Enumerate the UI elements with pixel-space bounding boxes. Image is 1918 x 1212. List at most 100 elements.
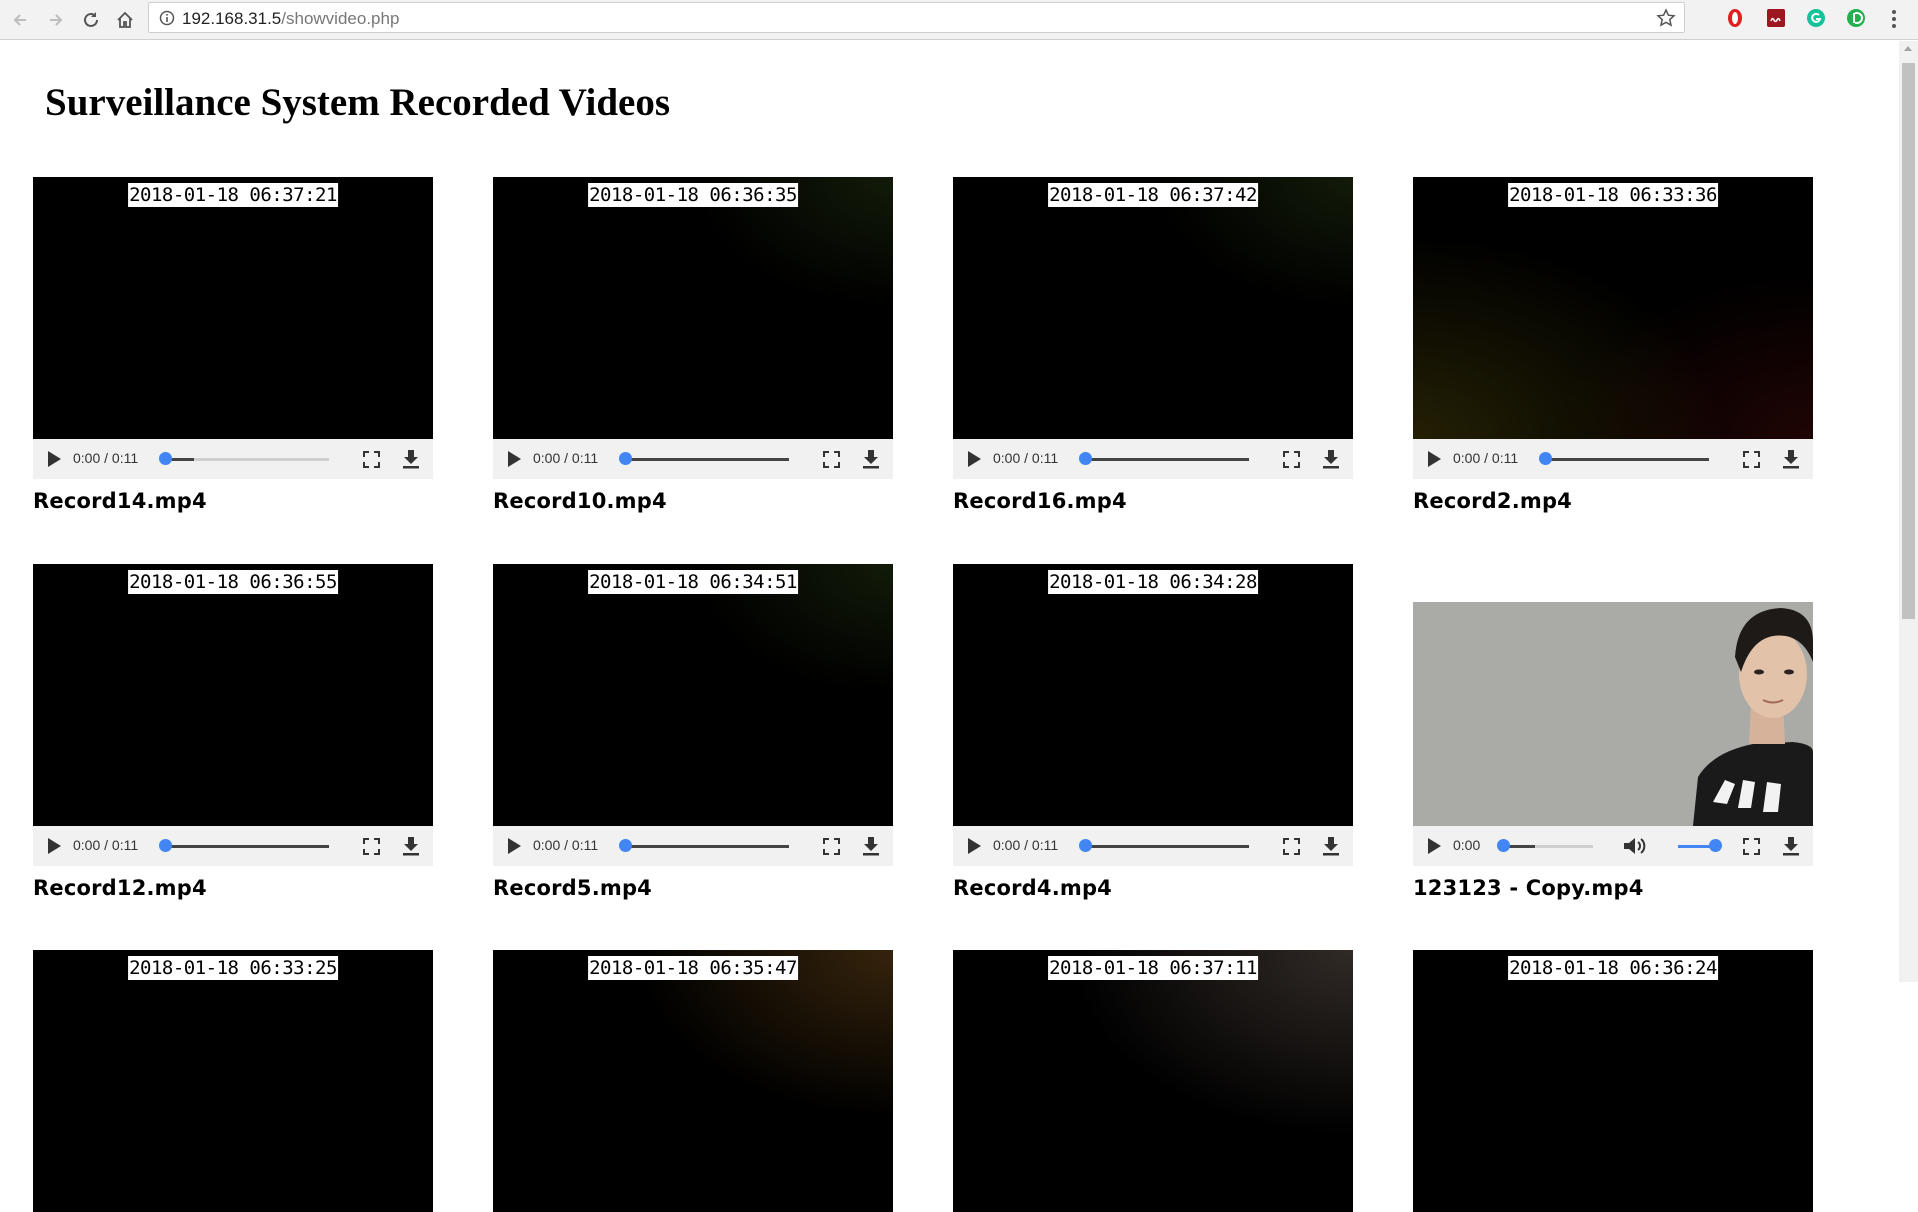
video-timestamp: 2018-01-18 06:36:55 [128,570,338,594]
video-player[interactable]: 2018-01-18 06:34:51 [493,564,893,826]
download-icon[interactable] [402,836,420,856]
download-icon[interactable] [862,836,880,856]
video-player[interactable] [1413,602,1813,826]
grammarly-extension-icon[interactable] [1806,8,1826,28]
seek-bar[interactable] [164,845,329,848]
person-photo [1413,602,1813,826]
video-player[interactable]: 2018-01-18 06:36:35 [493,177,893,439]
video-controls: 0:00 / 0:11 [1413,439,1813,479]
video-controls: 0:00 [1413,826,1813,866]
browser-menu-button[interactable] [1884,8,1904,30]
download-icon[interactable] [402,449,420,469]
seek-bar[interactable] [624,458,789,461]
seek-thumb[interactable] [1079,839,1092,852]
fullscreen-icon[interactable] [823,451,840,468]
video-player[interactable]: 2018-01-18 06:34:28 [953,564,1353,826]
arrow-left-icon [13,14,26,26]
video-player[interactable]: 2018-01-18 06:37:11 [953,950,1353,1212]
download-icon[interactable] [1782,836,1800,856]
play-icon[interactable] [48,838,61,854]
mendeley-extension-icon[interactable] [1766,8,1786,28]
download-icon[interactable] [1322,836,1340,856]
video-player[interactable]: 2018-01-18 06:37:42 [953,177,1353,439]
reload-icon [84,12,98,27]
video-filename: Record4.mp4 [953,876,1112,900]
star-icon[interactable] [1656,8,1676,28]
video-player[interactable]: 2018-01-18 06:33:36 [1413,177,1813,439]
forward-button[interactable] [42,6,70,34]
fullscreen-icon[interactable] [363,451,380,468]
video-filename: Record5.mp4 [493,876,652,900]
play-icon[interactable] [508,451,521,467]
page-scrollbar[interactable] [1899,41,1918,982]
url-path: /showvideo.php [281,9,400,28]
fullscreen-icon[interactable] [363,838,380,855]
video-timestamp: 2018-01-18 06:33:25 [128,956,338,980]
video-player[interactable]: 2018-01-18 06:33:25 [33,950,433,1212]
volume-thumb[interactable] [1709,839,1722,852]
fullscreen-icon[interactable] [823,838,840,855]
seek-thumb[interactable] [1079,452,1092,465]
home-icon [117,11,133,28]
time-display: 0:00 [1453,837,1481,853]
seek-bar[interactable] [1084,845,1249,848]
fullscreen-icon[interactable] [1743,838,1760,855]
time-display: 0:00 / 0:11 [993,837,1059,853]
seek-thumb[interactable] [1497,839,1510,852]
fullscreen-icon[interactable] [1283,451,1300,468]
page-title: Surveillance System Recorded Videos [45,81,671,124]
video-timestamp: 2018-01-18 06:33:36 [1508,183,1718,207]
video-timestamp: 2018-01-18 06:36:24 [1508,956,1718,980]
time-display: 0:00 / 0:11 [73,450,139,466]
seek-thumb[interactable] [159,839,172,852]
video-timestamp: 2018-01-18 06:34:51 [588,570,798,594]
seek-thumb[interactable] [159,452,172,465]
play-icon[interactable] [1428,838,1441,854]
url-host: 192.168.31.5 [182,9,282,28]
opera-extension-icon[interactable] [1725,8,1745,28]
back-button[interactable] [6,6,34,34]
seek-bar[interactable] [1503,845,1593,848]
seek-bar[interactable] [1544,458,1709,461]
seek-thumb[interactable] [619,452,632,465]
scroll-up-arrow-icon[interactable] [1904,46,1912,51]
time-display: 0:00 / 0:11 [533,837,599,853]
fullscreen-icon[interactable] [1283,838,1300,855]
play-icon[interactable] [968,838,981,854]
play-icon[interactable] [968,451,981,467]
video-controls: 0:00 / 0:11 [33,826,433,866]
video-timestamp: 2018-01-18 06:35:47 [588,956,798,980]
video-timestamp: 2018-01-18 06:37:21 [128,183,338,207]
video-player[interactable]: 2018-01-18 06:36:24 [1413,950,1813,1212]
seek-thumb[interactable] [619,839,632,852]
video-player[interactable]: 2018-01-18 06:36:55 [33,564,433,826]
download-icon[interactable] [1322,449,1340,469]
fullscreen-icon[interactable] [1743,451,1760,468]
home-button[interactable] [111,6,139,34]
play-icon[interactable] [508,838,521,854]
video-player[interactable]: 2018-01-18 06:37:21 [33,177,433,439]
video-controls: 0:00 / 0:11 [493,439,893,479]
download-icon[interactable] [862,449,880,469]
video-player[interactable]: 2018-01-18 06:35:47 [493,950,893,1212]
download-icon[interactable] [1782,449,1800,469]
seek-bar[interactable] [164,458,329,461]
green-extension-icon[interactable] [1846,8,1866,28]
info-icon[interactable] [159,10,175,26]
play-icon[interactable] [1428,451,1441,467]
video-timestamp: 2018-01-18 06:37:42 [1048,183,1258,207]
address-bar[interactable]: 192.168.31.5/showvideo.php [148,2,1685,33]
seek-thumb[interactable] [1539,452,1552,465]
scrollbar-thumb[interactable] [1902,63,1915,619]
seek-bar[interactable] [624,845,789,848]
volume-icon[interactable] [1623,836,1647,856]
seek-bar[interactable] [1084,458,1249,461]
more-vert-icon [1892,10,1896,28]
video-filename: 123123 - Copy.mp4 [1413,876,1644,900]
video-timestamp: 2018-01-18 06:34:28 [1048,570,1258,594]
play-icon[interactable] [48,451,61,467]
reload-button[interactable] [77,6,105,34]
url-text[interactable]: 192.168.31.5/showvideo.php [182,9,399,29]
video-timestamp: 2018-01-18 06:37:11 [1048,956,1258,980]
video-controls: 0:00 / 0:11 [33,439,433,479]
